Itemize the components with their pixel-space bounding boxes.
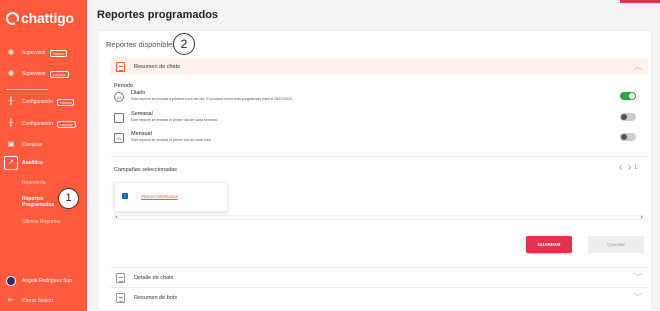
sidebar-item-label: Supervisor [22, 50, 46, 56]
document-icon [116, 272, 125, 283]
accordion-header[interactable]: Resumen de bots ﹀ [110, 289, 648, 306]
scroll-right-icon[interactable]: ▸ [641, 214, 643, 219]
badge-nuevo: Nuevo [56, 98, 75, 106]
calendar-month-icon: 31 [114, 133, 124, 143]
chattigo-logo-icon [6, 11, 20, 26]
sidebar-item-label: Compras [22, 142, 43, 148]
period-description: Este reporte se enviará el primer día de… [131, 118, 218, 122]
sidebar-subitem-ultimos-reportes[interactable]: Últimos Reportes [22, 219, 60, 225]
app-root: chattigo ◉ Supervisor Nuevo ◉ Supervisor… [0, 0, 660, 311]
sliders-icon: ╫ [8, 120, 14, 127]
chevron-down-icon[interactable]: ﹀ [634, 272, 642, 283]
period-row-mensual: 31 Mensual Este reporte se enviará el pr… [114, 131, 644, 147]
chevron-down-icon[interactable]: ﹀ [634, 292, 642, 303]
badge-legacy: Legacy [56, 120, 76, 128]
save-button[interactable]: GUARDAR [526, 236, 572, 253]
accordion-resumen-chats[interactable]: Resumen de chats ︿ [110, 58, 648, 75]
section-divider [110, 267, 648, 268]
clock-24-icon: 24 [114, 92, 124, 102]
campaign-pager: ‹ › 1 [619, 162, 637, 173]
logout-button[interactable]: ⇤ Cerrar Sesión [6, 295, 53, 307]
periodo-label: Periodo [114, 83, 133, 89]
section-divider [110, 287, 648, 288]
sliders-icon: ╫ [8, 98, 14, 105]
period-row-diario: 24 Diario Este reporte se enviará a prim… [114, 90, 644, 106]
logout-label: Cerrar Sesión [22, 298, 53, 304]
sidebar-item-supervisor-nuevo[interactable]: ◉ Supervisor Nuevo [6, 47, 68, 59]
period-description: Este reporte se enviará el primer día de… [131, 138, 212, 142]
accordion-resumen-bots[interactable]: Resumen de bots ﹀ [110, 289, 648, 306]
chevron-up-icon[interactable]: ︿ [634, 61, 642, 72]
scroll-left-icon[interactable]: ◂ [115, 214, 117, 219]
sidebar-item-label: Analítica [22, 160, 43, 166]
cancel-button[interactable]: Cancelar [588, 236, 644, 253]
pager-page-number: 1 [634, 165, 638, 171]
avatar[interactable] [6, 276, 16, 286]
sidebar-item-label: Configuración [22, 99, 53, 105]
chevron-left-icon[interactable]: ‹ [619, 162, 622, 173]
period-row-semanal: Semanal Este reporte se enviará el prime… [114, 111, 644, 127]
accordion-header[interactable]: Resumen de chats ︿ [110, 58, 648, 75]
sidebar-item-label: Supervisor [22, 71, 46, 77]
eye-icon: ◉ [7, 70, 15, 77]
logo[interactable]: chattigo [6, 10, 74, 26]
calendar-week-icon [114, 113, 124, 123]
period-description: Este reporte se enviará a primera hora d… [131, 97, 293, 101]
topbar-accent [620, 0, 660, 3]
accordion-label: Detalle de chats [134, 274, 174, 281]
shopping-icon: ▣ [7, 141, 15, 148]
accordion-header[interactable]: Detalle de chats ﹀ [110, 269, 648, 286]
sidebar-item-compras[interactable]: ▣ Compras [6, 139, 43, 151]
analytics-icon: ↗ [4, 156, 18, 170]
campaigns-title: Campañas seleccionadas [114, 167, 177, 173]
accordion-label: Resumen de bots [134, 294, 178, 301]
logo-text: chattigo [21, 10, 74, 26]
sidebar-subitem-reportes-programados[interactable]: Reportes Programados [22, 196, 54, 208]
campaign-link[interactable]: #Demo Multicanal [141, 194, 178, 199]
user-name[interactable]: Angela Rodriguez Sup [22, 275, 72, 287]
annotation-marker-1: 1 [58, 188, 79, 209]
sidebar-item-supervisor-legacy[interactable]: ◉ Supervisor Legacy [6, 68, 69, 80]
toggle-mensual[interactable] [620, 133, 636, 141]
badge-legacy: Legacy [49, 70, 69, 78]
toggle-semanal[interactable] [620, 113, 636, 121]
card-title: Reportes disponibles [106, 40, 177, 49]
horizontal-scrollbar[interactable]: ◂ ▸ [114, 214, 644, 220]
accordion-label: Resumen de chats [134, 63, 180, 70]
sidebar: chattigo ◉ Supervisor Nuevo ◉ Supervisor… [0, 0, 87, 311]
annotation-marker-2: 2 [173, 33, 195, 55]
section-divider [110, 156, 648, 157]
sidebar-divider [6, 89, 48, 90]
document-icon [116, 61, 125, 72]
sidebar-item-analitica[interactable]: Analítica [22, 157, 43, 169]
sidebar-item-label: Configuración [22, 121, 53, 127]
period-title: Semanal [131, 111, 153, 117]
period-title: Diario [131, 90, 146, 96]
chevron-right-icon[interactable]: › [628, 162, 631, 173]
page-title: Reportes programados [97, 9, 219, 21]
badge-nuevo: Nuevo [49, 49, 68, 57]
sidebar-subitem-reporteria[interactable]: Reportería [22, 180, 46, 186]
sidebar-item-configuracion-nuevo[interactable]: ╫ Configuración Nuevo [6, 96, 75, 108]
accordion-detalle-chats[interactable]: Detalle de chats ﹀ [110, 269, 648, 286]
eye-icon: ◉ [7, 49, 15, 56]
campaign-checkbox[interactable]: ✓ [122, 193, 128, 199]
document-icon [116, 292, 125, 303]
sidebar-item-configuracion-legacy[interactable]: ╫ Configuración Legacy [6, 118, 76, 130]
logout-icon: ⇤ [8, 297, 14, 304]
toggle-diario[interactable] [620, 92, 636, 100]
period-title: Mensual [131, 131, 152, 137]
